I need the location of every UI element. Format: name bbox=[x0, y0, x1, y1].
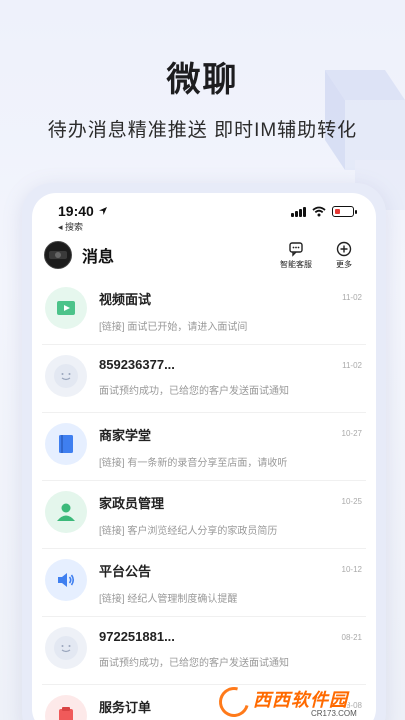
site-watermark: 西西软件园 CR173.COM bbox=[213, 681, 399, 720]
plus-circle-icon bbox=[336, 241, 352, 256]
message-preview: [链接] 面试已开始，请进入面试间 bbox=[99, 322, 248, 333]
status-time: 19:40 bbox=[58, 203, 94, 219]
back-to-search-link[interactable]: ◂ 搜索 bbox=[58, 220, 108, 233]
watermark-logo-icon bbox=[213, 681, 255, 720]
message-preview: 面试预约成功，已给您的客户发送面试通知 bbox=[99, 658, 289, 669]
wifi-icon bbox=[312, 206, 326, 217]
phone-frame: 19:40 ◂ 搜索 消息 智能客服 更多 视频面试 [链接] 面试已开始，请进… bbox=[22, 183, 386, 720]
smart-service-label: 智能客服 bbox=[280, 259, 312, 269]
message-preview: [链接] 有一条新的录音分享至店面，请收听 bbox=[99, 458, 288, 469]
watermark-url: CR173.COM bbox=[311, 709, 357, 718]
message-preview: [链接] 经纪人管理制度确认提醒 bbox=[99, 594, 238, 605]
default-avatar-icon bbox=[45, 627, 87, 669]
default-avatar-icon bbox=[45, 355, 87, 397]
phone-screen: 19:40 ◂ 搜索 消息 智能客服 更多 视频面试 [链接] 面试已开始，请进… bbox=[32, 193, 376, 720]
book-icon bbox=[45, 423, 87, 465]
message-date: 11-02 bbox=[342, 361, 362, 370]
message-title: 家政员管理 bbox=[99, 496, 165, 511]
more-button[interactable]: 更多 bbox=[324, 241, 364, 270]
page-title: 消息 bbox=[82, 249, 115, 266]
message-item-merchant-school[interactable]: 商家学堂 [链接] 有一条新的录音分享至店面，请收听 10-27 bbox=[42, 413, 366, 481]
video-icon bbox=[45, 287, 87, 329]
message-preview: [链接] 客户浏览经纪人分享的家政员简历 bbox=[99, 526, 278, 537]
order-icon bbox=[45, 695, 87, 720]
status-bar: 19:40 ◂ 搜索 bbox=[32, 193, 376, 233]
more-label: 更多 bbox=[336, 259, 352, 269]
message-item-platform-announcement[interactable]: 平台公告 [链接] 经纪人管理制度确认提醒 10-12 bbox=[42, 549, 366, 617]
app-header: 消息 智能客服 更多 bbox=[32, 233, 376, 277]
message-title: 商家学堂 bbox=[99, 428, 152, 443]
person-icon bbox=[45, 491, 87, 533]
battery-icon bbox=[332, 206, 357, 217]
message-item-contact-1[interactable]: 859236377... 面试预约成功，已给您的客户发送面试通知 11-02 bbox=[42, 345, 366, 413]
message-date: 10-25 bbox=[341, 497, 362, 506]
speaker-icon bbox=[45, 559, 87, 601]
message-date: 10-27 bbox=[341, 429, 362, 438]
message-title: 859236377... bbox=[99, 357, 175, 372]
message-item-housekeeper-management[interactable]: 家政员管理 [链接] 客户浏览经纪人分享的家政员简历 10-25 bbox=[42, 481, 366, 549]
message-date: 11-02 bbox=[342, 293, 362, 302]
message-title: 平台公告 bbox=[99, 564, 152, 579]
hero-subtitle: 待办消息精准推送 即时IM辅助转化 bbox=[47, 120, 358, 141]
message-item-video-interview[interactable]: 视频面试 [链接] 面试已开始，请进入面试间 11-02 bbox=[42, 277, 366, 345]
smart-service-button[interactable]: 智能客服 bbox=[276, 241, 316, 270]
message-item-contact-2[interactable]: 972251881... 面试预约成功，已给您的客户发送面试通知 08-21 bbox=[42, 617, 366, 685]
hero-title: 微聊 bbox=[166, 61, 239, 99]
user-avatar[interactable] bbox=[44, 241, 72, 269]
message-preview: 面试预约成功，已给您的客户发送面试通知 bbox=[99, 386, 289, 397]
location-arrow-icon bbox=[98, 207, 107, 215]
message-date: 08-21 bbox=[341, 633, 362, 642]
message-title: 972251881... bbox=[99, 629, 175, 644]
customer-service-icon bbox=[289, 241, 303, 257]
cellular-signal-icon bbox=[291, 206, 306, 217]
message-title: 视频面试 bbox=[99, 292, 152, 307]
message-date: 10-12 bbox=[341, 565, 362, 574]
message-list: 视频面试 [链接] 面试已开始，请进入面试间 11-02 859236377..… bbox=[32, 277, 376, 720]
